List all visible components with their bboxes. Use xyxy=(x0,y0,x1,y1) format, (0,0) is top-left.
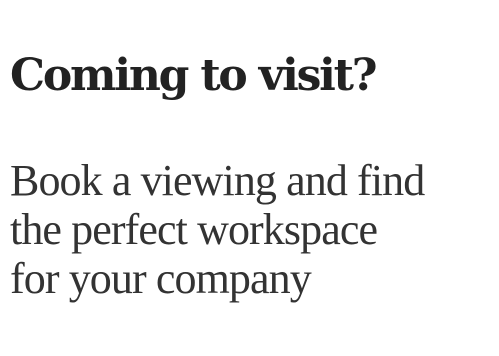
description-line: for your company xyxy=(10,254,312,303)
visit-description: Book a viewing and find the perfect work… xyxy=(10,156,499,303)
visit-promo-section: Coming to visit? Book a viewing and find… xyxy=(0,0,499,356)
description-line: the perfect workspace xyxy=(10,205,378,254)
page-title: Coming to visit? xyxy=(10,50,378,101)
description-line: Book a viewing and find xyxy=(10,156,425,205)
